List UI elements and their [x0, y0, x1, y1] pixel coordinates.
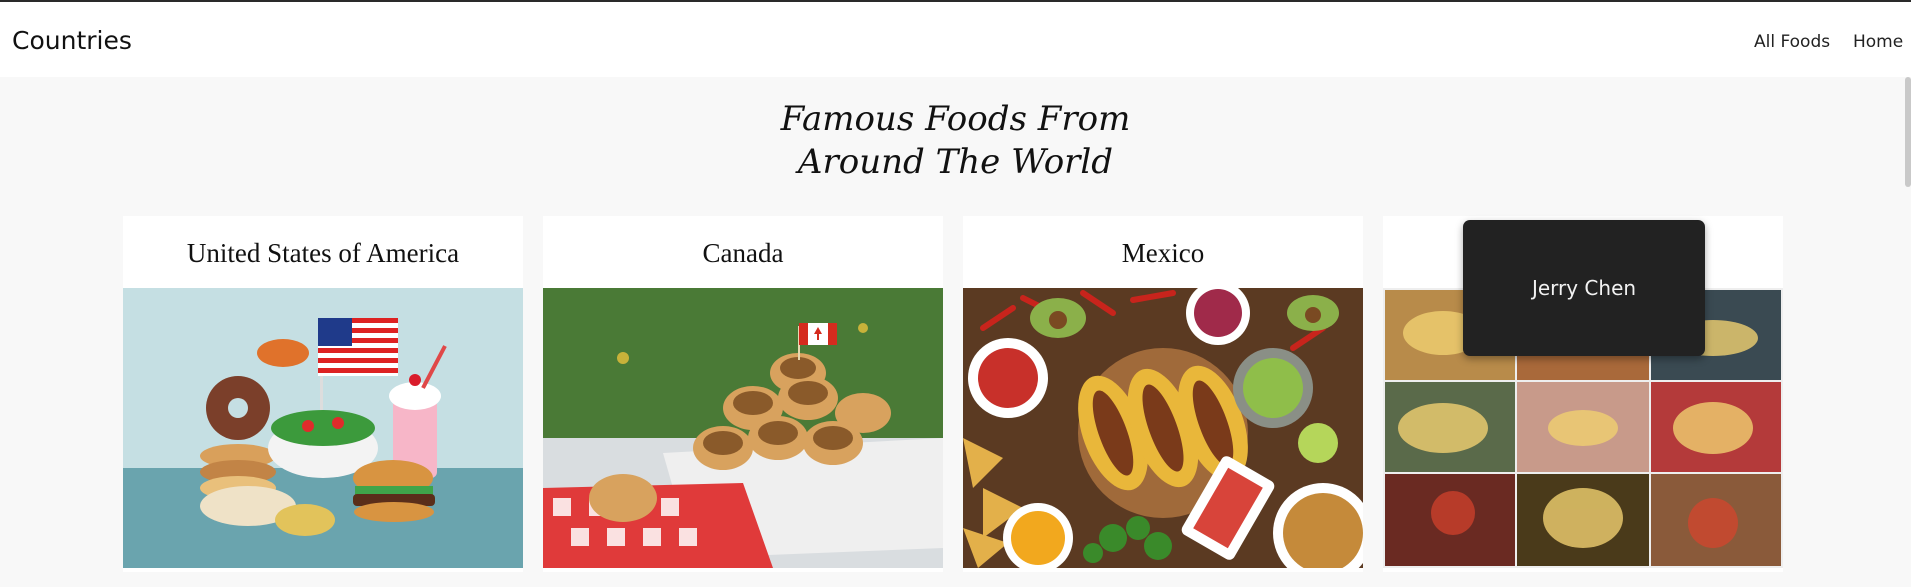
navbar: Countries All Foods Home	[0, 2, 1911, 77]
nav-link-all-foods[interactable]: All Foods	[1754, 32, 1830, 52]
country-card-mexico[interactable]: Mexico	[963, 216, 1363, 572]
nav-link-home[interactable]: Home	[1853, 32, 1903, 52]
user-tooltip: Jerry Chen	[1463, 220, 1705, 356]
country-card-canada[interactable]: Canada	[543, 216, 943, 572]
canada-food-image[interactable]	[543, 288, 943, 568]
card-title: Canada	[702, 238, 784, 268]
card-title: United States of America	[186, 238, 460, 268]
mexico-food-image[interactable]	[963, 288, 1363, 568]
page-title-line-1: Famous Foods From	[780, 99, 1131, 139]
page-scrollbar[interactable]	[1905, 77, 1911, 187]
usa-food-image[interactable]	[123, 288, 523, 568]
brand-link[interactable]: Countries	[12, 26, 132, 55]
card-title: Mexico	[1121, 238, 1205, 268]
page-title-line-2: Around The World	[797, 142, 1114, 182]
country-card-usa[interactable]: United States of America	[123, 216, 523, 572]
